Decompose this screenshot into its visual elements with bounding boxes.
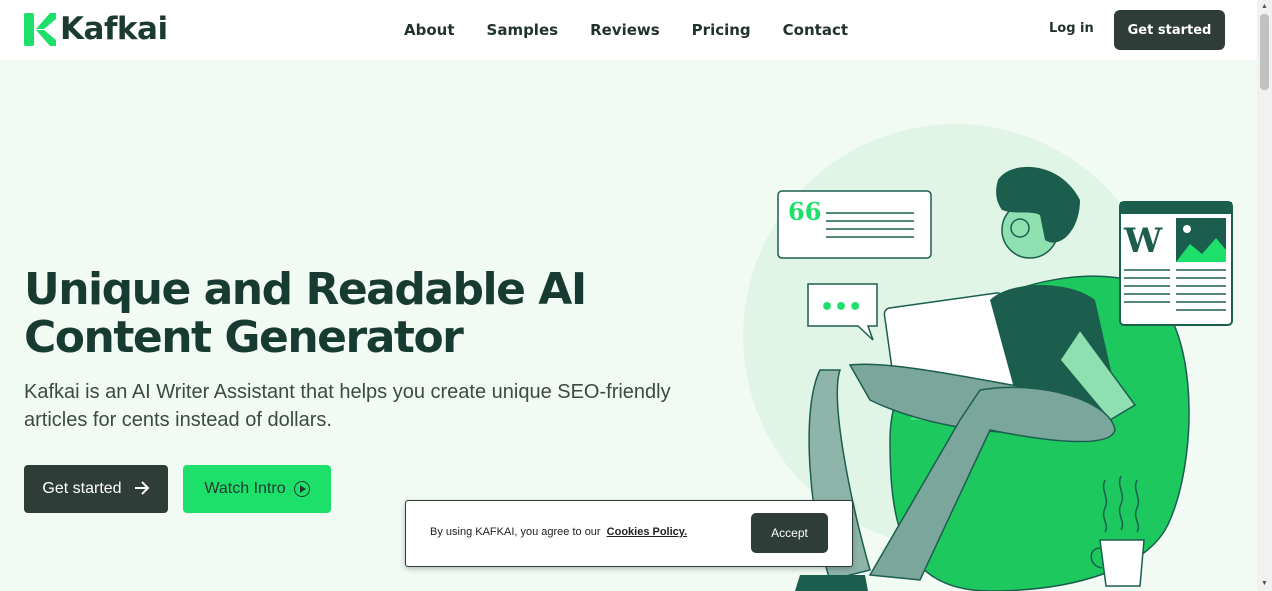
nav-link-samples[interactable]: Samples <box>487 20 559 40</box>
play-circle-icon <box>293 481 310 497</box>
logo-text: Kafkai <box>60 11 168 47</box>
logo-mark-icon <box>24 13 56 46</box>
nav-link-pricing[interactable]: Pricing <box>692 20 751 40</box>
login-link[interactable]: Log in <box>1049 21 1094 36</box>
cookies-policy-link[interactable]: Cookies Policy. <box>607 526 688 538</box>
logo[interactable]: Kafkai <box>24 13 168 46</box>
site-header: Kafkai About Samples Reviews Pricing Con… <box>0 0 1257 60</box>
quote-icon: 66 <box>788 197 821 226</box>
header-get-started-button[interactable]: Get started <box>1114 10 1225 50</box>
nav-link-contact[interactable]: Contact <box>783 20 848 40</box>
document-letter: W <box>1123 221 1163 261</box>
mug-shape <box>1099 539 1145 587</box>
document-sun-shape <box>1183 225 1191 233</box>
cookie-text-row: By using KAFKAI, you agree to our Cookie… <box>430 526 687 538</box>
hero-get-started-label: Get started <box>42 480 122 497</box>
nav-link-reviews[interactable]: Reviews <box>590 20 660 40</box>
hero-subtitle: Kafkai is an AI Writer Assistant that he… <box>24 381 671 431</box>
dots-icon: ••• <box>820 295 862 320</box>
scroll-down-arrow-icon[interactable]: ▼ <box>1257 578 1272 590</box>
scroll-up-arrow-icon[interactable]: ▲ <box>1257 1 1272 13</box>
cookie-banner: By using KAFKAI, you agree to our Cookie… <box>405 500 853 567</box>
cookie-accept-button[interactable]: Accept <box>751 513 828 553</box>
cookie-message: By using KAFKAI, you agree to our <box>430 526 601 538</box>
arrow-right-icon <box>134 479 150 500</box>
hero-title: Unique and Readable AI Content Generator <box>24 264 587 363</box>
page-scrollbar[interactable]: ▲ ▼ <box>1257 0 1272 591</box>
main-nav: About Samples Reviews Pricing Contact <box>388 20 864 40</box>
watch-intro-label: Watch Intro <box>204 480 286 497</box>
hero-get-started-button[interactable]: Get started <box>24 465 168 513</box>
scrollbar-thumb[interactable] <box>1260 14 1269 90</box>
watch-intro-button[interactable]: Watch Intro <box>183 465 331 513</box>
shoe-shape <box>795 575 868 591</box>
nav-link-about[interactable]: About <box>404 20 455 40</box>
document-header-shape <box>1120 202 1232 214</box>
